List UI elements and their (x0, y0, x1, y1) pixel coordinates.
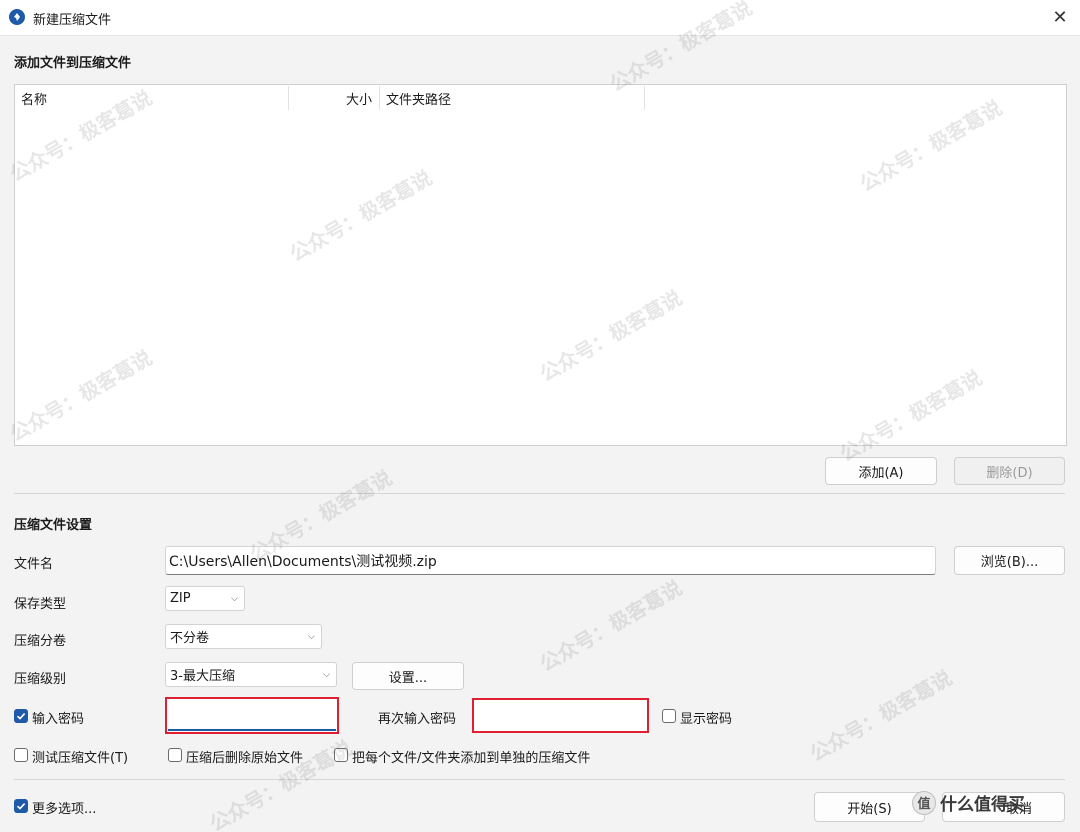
separate-archives-checkbox[interactable] (334, 748, 348, 762)
add-button[interactable]: 添加(A) (825, 457, 937, 485)
brand-watermark: 值 什么值得买 (912, 790, 1025, 815)
delete-button[interactable]: 删除(D) (954, 457, 1065, 485)
start-button[interactable]: 开始(S) (814, 792, 925, 822)
separate-archives-label[interactable]: 把每个文件/文件夹添加到单独的压缩文件 (352, 747, 590, 766)
divider (14, 493, 1065, 494)
show-password-checkbox[interactable] (662, 709, 676, 723)
delete-after-checkbox[interactable] (168, 748, 182, 762)
brand-badge-icon: 值 (912, 790, 936, 815)
filename-label: 文件名 (14, 557, 54, 572)
password-input-field[interactable] (168, 700, 336, 731)
column-header-folder-path[interactable]: 文件夹路径 (386, 89, 451, 108)
column-divider[interactable] (288, 86, 289, 110)
checkmark-icon (16, 713, 26, 720)
column-divider[interactable] (644, 86, 645, 110)
column-header-size[interactable]: 大小 (346, 89, 372, 108)
delete-after-label[interactable]: 压缩后删除原始文件 (186, 747, 303, 766)
filename-input[interactable]: C:\Users\Allen\Documents\测试视频.zip (165, 546, 936, 575)
column-header-name[interactable]: 名称 (21, 89, 47, 108)
password-checkbox[interactable] (14, 709, 28, 723)
compression-level-value: 3-最大压缩 (170, 669, 235, 684)
test-archive-checkbox[interactable] (14, 748, 28, 762)
file-list[interactable] (14, 84, 1067, 446)
level-settings-button[interactable]: 设置... (352, 662, 464, 690)
browse-button[interactable]: 浏览(B)... (954, 546, 1065, 575)
window-title: 新建压缩文件 (33, 13, 112, 28)
chevron-down-icon: ⌵ (308, 631, 315, 642)
more-options-checkbox[interactable] (14, 799, 28, 813)
column-divider[interactable] (379, 86, 380, 110)
save-type-label: 保存类型 (14, 597, 67, 612)
add-files-section-title: 添加文件到压缩文件 (14, 56, 132, 71)
checkmark-icon (16, 803, 26, 810)
compression-level-select[interactable]: 3-最大压缩 ⌵ (165, 662, 337, 687)
divider (14, 779, 1065, 780)
settings-section-title: 压缩文件设置 (14, 518, 93, 533)
chevron-down-icon: ⌵ (323, 669, 330, 680)
repeat-password-input[interactable] (472, 698, 649, 733)
more-options-label[interactable]: 更多选项... (32, 798, 96, 817)
watermark: 公众号：极客葛说 (535, 575, 687, 677)
save-type-value: ZIP (170, 591, 191, 606)
watermark: 公众号：极客葛说 (805, 665, 957, 767)
split-volume-select[interactable]: 不分卷 ⌵ (165, 624, 322, 649)
test-archive-label[interactable]: 测试压缩文件(T) (32, 747, 128, 766)
chevron-down-icon: ⌵ (231, 593, 238, 604)
save-type-select[interactable]: ZIP ⌵ (165, 586, 245, 611)
show-password-label[interactable]: 显示密码 (680, 708, 732, 727)
split-volume-label: 压缩分卷 (14, 634, 67, 649)
close-icon[interactable]: ✕ (1044, 2, 1076, 32)
brand-text: 什么值得买 (940, 795, 1025, 815)
password-label[interactable]: 输入密码 (32, 708, 84, 727)
split-volume-value: 不分卷 (170, 631, 210, 646)
app-logo-icon (9, 9, 25, 25)
password-input[interactable] (165, 697, 339, 734)
title-bar (0, 0, 1080, 36)
repeat-password-label: 再次输入密码 (378, 712, 457, 727)
compression-level-label: 压缩级别 (14, 672, 67, 687)
